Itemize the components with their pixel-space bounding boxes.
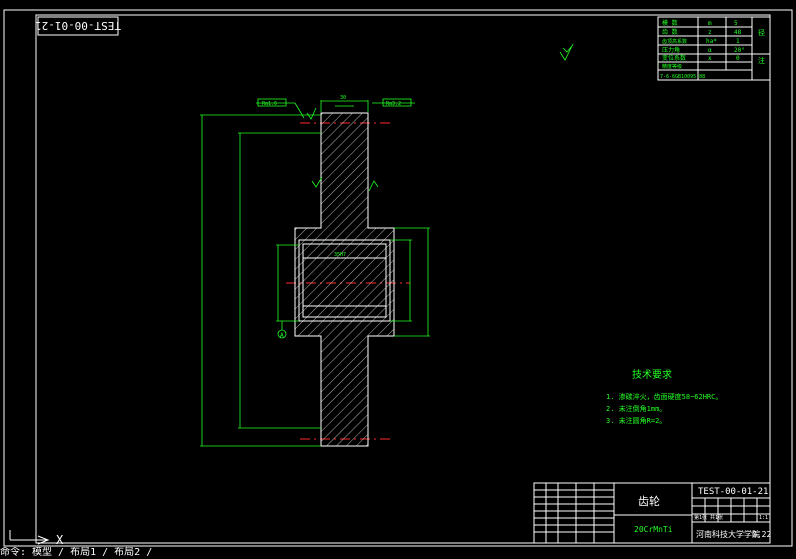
gear-section: 35H7 [294,112,395,447]
tech-req-item-0: 1. 渗碳淬火，齿面硬度58~62HRC。 [606,392,722,401]
param-row-4-name: 变位系数 [662,54,686,62]
technical-requirements: 技术要求 1. 渗碳淬火，齿面硬度58~62HRC。 2. 未注倒角1mm。 3… [606,368,722,425]
tech-req-heading: 技术要求 [632,368,672,381]
param-row-0-sym: m [708,20,712,27]
param-row-5-name: 精度等级 [662,63,682,70]
roughness-top-label: Ra1.6 [262,101,277,107]
sheet-outer-border [3,9,793,547]
param-side-label-1: 注 [758,56,765,65]
roughness-symbol-global [559,43,574,61]
drawing-canvas[interactable]: TEST-00-01-21 模 数 m 5 齿 数 z 48 齿顶高系数 ha*… [0,0,796,559]
rotated-stamp-text: TEST-00-01-21 [35,19,121,32]
param-row-2-val: 1 [736,38,740,45]
param-row-4-sym: x [708,55,712,62]
param-row-3-val: 20° [734,47,745,54]
param-row-3-name: 压力角 [662,46,680,54]
ucs-icon: X [9,530,64,547]
param-row-2-name: 齿顶高系数 [662,38,687,45]
param-row-1-sym: z [708,29,712,36]
title-sheet: 第1张 共1张 [694,514,723,521]
param-side-label-0: 径 [758,28,765,37]
tech-req-item-2: 3. 未注圆角R=2。 [606,416,666,425]
param-row-0-val: 5 [734,20,738,27]
param-row-5-sym: 7-6-6GB10095-88 [660,74,705,80]
title-mass: 0.22 [752,530,771,539]
roughness-right-label: Ra3.2 [386,101,401,107]
title-material: 20CrMnTi [634,525,673,534]
title-scale: 1:1 [759,515,768,521]
title-school: 河南科技大学学院 [696,529,760,539]
ucs-x-label: X [56,533,64,547]
param-row-1-name: 齿 数 [662,28,678,36]
param-row-3-sym: α [708,47,712,54]
param-row-4-val: 0 [736,55,740,62]
param-row-2-sym: ha* [706,38,717,45]
sheet-inner-border [35,14,771,544]
bore-keyway-label: 35H7 [334,252,346,258]
title-drawing-number: TEST-00-01-21 [698,487,768,497]
title-block: 齿轮 20CrMnTi TEST-00-01-21 1:1 第1张 共1张 河南… [533,482,771,544]
command-line[interactable]: 命令: 模型 / 布局1 / 布局2 / [0,547,796,559]
title-part-name: 齿轮 [638,494,660,508]
param-row-0-name: 模 数 [662,19,678,27]
param-row-1-val: 48 [734,29,742,36]
datum-letter: A [280,332,284,339]
cad-viewport[interactable]: TEST-00-01-21 模 数 m 5 齿 数 z 48 齿顶高系数 ha*… [0,0,796,559]
parameter-table: 模 数 m 5 齿 数 z 48 齿顶高系数 ha* 1 压力角 α 20° 变… [657,16,771,81]
rotated-stamp: TEST-00-01-21 [35,16,121,36]
width-dimension-text: 30 [340,95,346,101]
tech-req-item-1: 2. 未注倒角1mm。 [606,404,666,413]
